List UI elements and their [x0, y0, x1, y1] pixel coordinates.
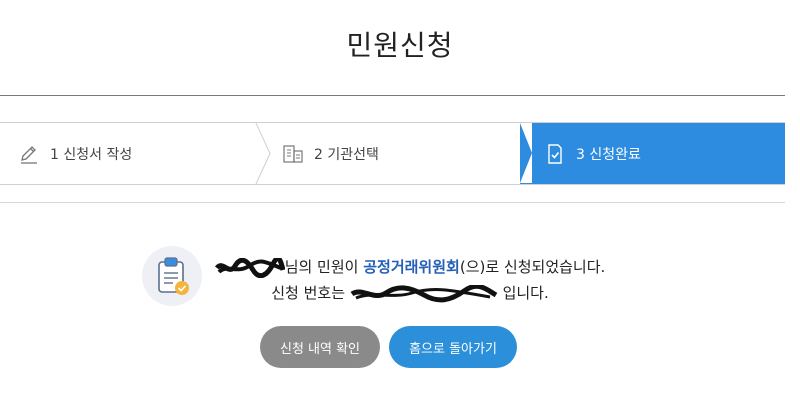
result-line2-prefix: 신청 번호는	[271, 284, 350, 302]
pencil-icon	[18, 143, 40, 165]
result-line1-end: (으)로 신청되었습니다.	[459, 258, 606, 276]
step-2-select-agency: 2 기관선택	[282, 123, 512, 184]
step-2-label: 2 기관선택	[314, 146, 379, 163]
step-separator	[255, 123, 271, 184]
redacted-application-number	[350, 284, 498, 302]
page-title: 민원신청	[346, 29, 454, 62]
progress-steps: 1 신청서 작성 2 기관선택 3 신청완료	[0, 122, 785, 185]
step-1-write-application: 1 신청서 작성	[18, 123, 248, 184]
steps-divider	[0, 202, 785, 203]
document-check-icon	[544, 143, 566, 165]
redacted-name	[214, 257, 285, 278]
step-3-notch	[520, 123, 532, 183]
step-1-label: 1 신청서 작성	[50, 146, 133, 163]
result-message-line-2: 신청 번호는 입니다.	[0, 282, 800, 303]
building-icon	[282, 143, 304, 165]
result-line2-end: 입니다.	[497, 284, 549, 302]
result-line1-suffix: 님의 민원이	[284, 258, 364, 276]
step-3-label: 3 신청완료	[576, 146, 641, 163]
header-divider	[0, 95, 785, 96]
agency-name: 공정거래위원회	[363, 258, 460, 276]
view-application-history-button[interactable]: 신청 내역 확인	[260, 326, 380, 368]
result-message-line-1: 님의 민원이 공정거래위원회(으)로 신청되었습니다.	[0, 256, 800, 278]
page: 민원신청 1 신청서 작성 2 기관선택 3 신청완료 님의 민원이 공정거래위…	[0, 0, 800, 406]
go-home-button[interactable]: 홈으로 돌아가기	[389, 326, 517, 368]
step-3-complete: 3 신청완료	[520, 123, 785, 184]
